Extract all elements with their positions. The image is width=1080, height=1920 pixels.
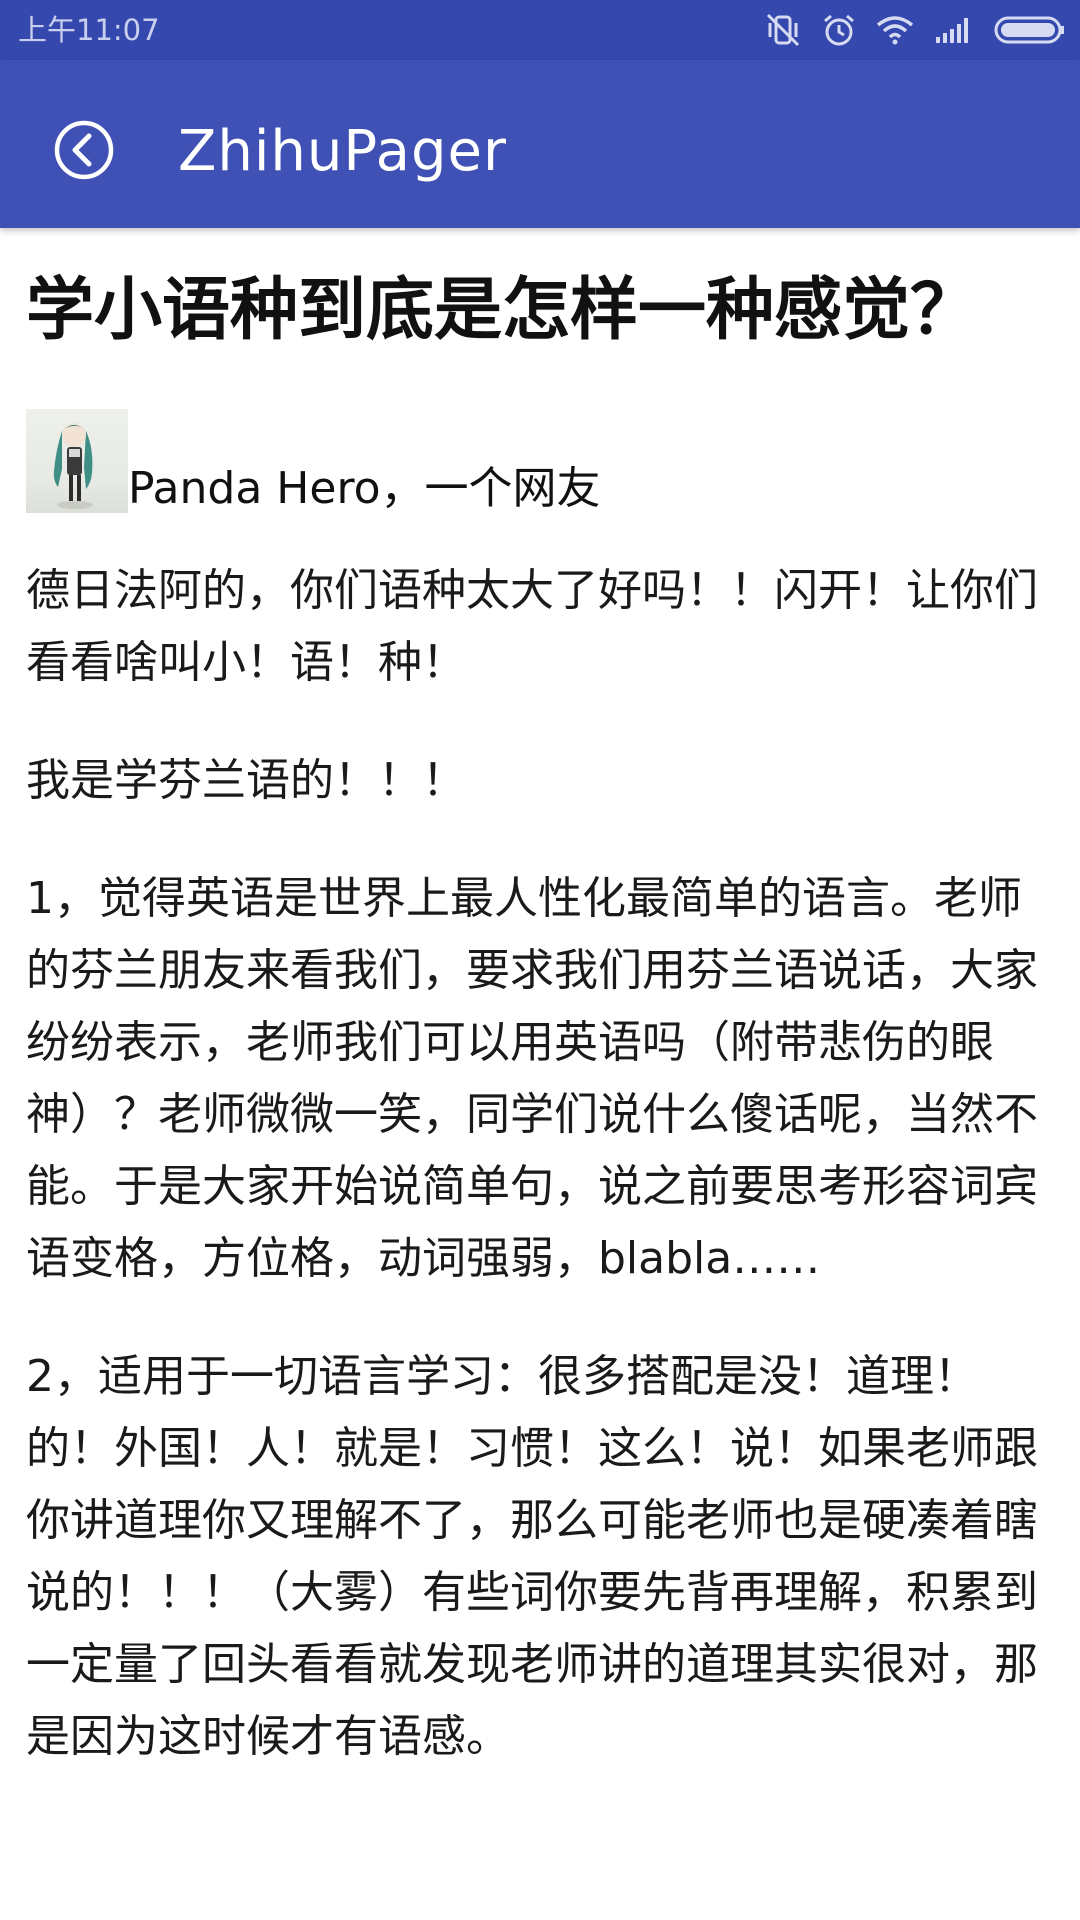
author-row[interactable]: Panda Hero，一个网友: [26, 409, 1056, 514]
alarm-icon: [822, 13, 856, 47]
back-button[interactable]: [44, 110, 124, 190]
app-bar: ZhihuPager: [0, 60, 1080, 228]
paragraph: 我是学芬兰语的！！！: [26, 755, 466, 806]
article-content: 学小语种到底是怎样一种感觉？ Panda Hero，一个网友 德日法阿的，你们语…: [26, 228, 1056, 1773]
status-bar: 上午11:07: [0, 0, 1080, 60]
paragraph: 德日法阿的，你们语种太大了好吗！！闪开！让你们看看啥叫小！语！种！: [26, 565, 1038, 688]
avatar-figure-icon: [53, 423, 93, 509]
paragraph: 1，觉得英语是世界上最人性化最简单的语言。老师的芬兰朋友来看我们，要求我们用芬兰…: [26, 873, 1038, 1284]
status-icons: [764, 10, 1066, 50]
status-time: 上午11:07: [18, 13, 160, 47]
back-arrow-circle-icon: [54, 120, 114, 180]
app-title: ZhihuPager: [178, 119, 507, 184]
avatar[interactable]: [26, 409, 128, 513]
paragraph: 2，适用于一切语言学习：很多搭配是没！道理！的！外国！人！就是！习惯！这么！说！…: [26, 1351, 1038, 1762]
question-title: 学小语种到底是怎样一种感觉？: [26, 271, 979, 350]
author-line[interactable]: Panda Hero，一个网友: [128, 459, 600, 519]
wifi-icon: [876, 15, 914, 45]
vibrate-off-icon: [764, 13, 802, 47]
signal-icon: [934, 15, 974, 45]
battery-icon: [994, 15, 1066, 45]
